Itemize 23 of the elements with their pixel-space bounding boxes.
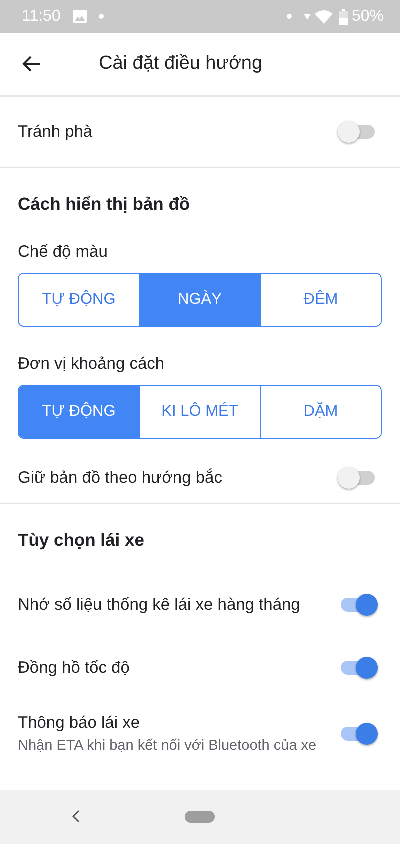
setting-label: Đồng hồ tốc độ (18, 658, 131, 679)
setting-label: Giữ bản đồ theo hướng bắc (18, 468, 224, 489)
setting-description: Nhận ETA khi bạn kết nối với Bluetooth của xe (18, 737, 318, 756)
home-button[interactable] (185, 811, 215, 823)
option-label: Chế độ màu (17, 242, 109, 263)
setting-label: Tránh phà (18, 122, 94, 143)
segment-option[interactable]: ĐÊM (260, 274, 381, 326)
screen-title: Cài đặt điều hướng (99, 53, 263, 75)
setting-label: Thông báo lái xe (18, 713, 142, 734)
segment-option[interactable]: TỰ ĐỘNG (19, 386, 139, 438)
battery-icon (338, 8, 348, 24)
image-icon (72, 10, 87, 23)
setting-label: Nhớ số liệu thống kê lái xe hàng tháng (18, 595, 302, 616)
signal-icon (304, 14, 311, 20)
section-header: Cách hiển thị bản đồ (17, 193, 192, 216)
notification-dot (286, 14, 292, 19)
section-header: Tùy chọn lái xe (17, 529, 146, 552)
option-label: Đơn vị khoảng cách (17, 354, 166, 375)
segment-option[interactable]: NGÀY (139, 274, 260, 326)
wifi-icon (314, 10, 333, 24)
back-icon[interactable] (72, 810, 80, 823)
notification-dot (98, 14, 104, 19)
segment-option[interactable]: DẶM (260, 386, 381, 438)
